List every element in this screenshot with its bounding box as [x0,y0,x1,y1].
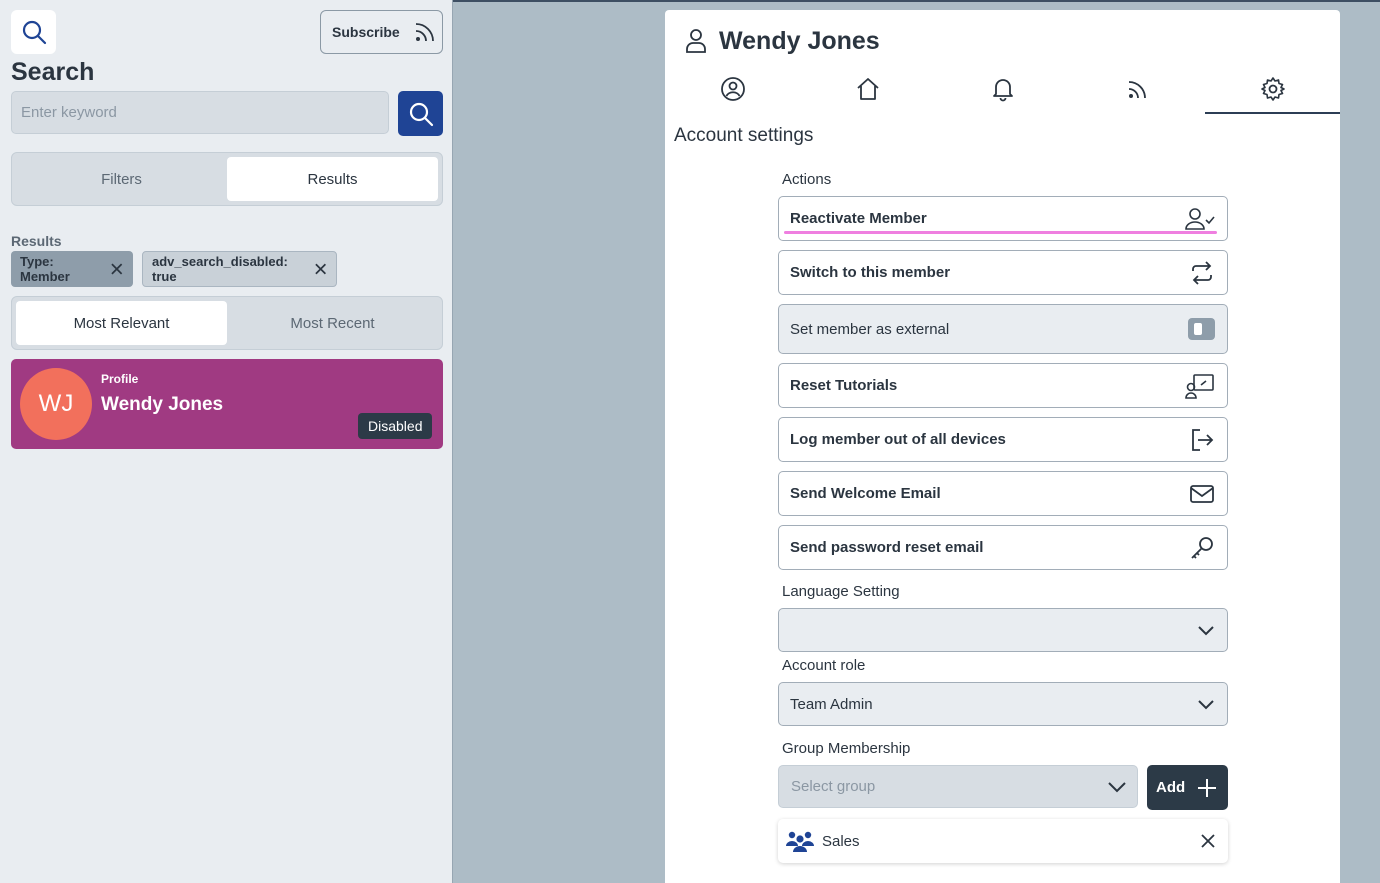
sort-toggle: Most Relevant Most Recent [11,296,443,350]
toggle-icon[interactable] [1188,318,1215,340]
view-toggle: Filters Results [11,152,443,206]
action-label: Reactivate Member [790,210,927,227]
action-label: Reset Tutorials [790,377,898,394]
page-title: Search [11,58,95,86]
account-role-select[interactable]: Team Admin [778,682,1228,726]
person-icon [686,29,706,53]
external-member-toggle[interactable]: Set member as external [778,304,1228,354]
reset-tutorials-button[interactable]: Reset Tutorials [778,363,1228,408]
search-icon [409,102,433,126]
language-label: Language Setting [782,583,900,600]
plus-icon [1198,778,1217,797]
filter-chip: adv_search_disabled: true [142,251,337,287]
result-name: Wendy Jones [101,394,224,415]
tab-feed[interactable] [1070,70,1205,114]
member-name-title: Wendy Jones [719,27,880,55]
search-submit-button[interactable] [398,91,443,136]
tab-notifications[interactable] [935,70,1070,114]
section-heading: Account settings [674,125,814,146]
logout-all-devices-button[interactable]: Log member out of all devices [778,417,1228,462]
action-label: Log member out of all devices [790,431,1006,448]
result-kind: Profile [101,372,139,386]
account-role-label: Account role [782,657,866,674]
add-group-button[interactable]: Add [1147,765,1228,810]
status-badge: Disabled [358,413,433,439]
switch-icon [1192,260,1212,285]
gear-icon [1260,77,1285,101]
actions-label: Actions [782,171,832,188]
chevron-down-icon [1198,700,1214,710]
search-toggle-button[interactable] [11,10,56,54]
rss-icon [415,23,434,42]
close-icon[interactable] [1200,833,1216,849]
presentation-icon [1185,373,1214,399]
search-sidebar: Subscribe Search Filters Results Results… [0,0,452,883]
search-icon [22,20,46,45]
sort-most-relevant[interactable]: Most Relevant [16,301,227,345]
sort-most-recent[interactable]: Most Recent [227,301,438,345]
reactivate-member-button[interactable]: Reactivate Member [778,196,1228,241]
group-icon [786,831,814,852]
group-select-placeholder: Select group [791,778,876,795]
action-label: Send password reset email [790,539,984,556]
group-list-item: Sales [778,819,1228,863]
chevron-down-icon [1198,626,1214,636]
highlight-underline [784,231,1217,234]
language-select[interactable] [778,608,1228,652]
bell-icon [992,79,1013,102]
member-panel: Wendy Jones Account settings Actions Rea… [665,10,1340,883]
mail-icon [1190,484,1214,503]
action-label: Send Welcome Email [790,485,941,502]
search-input[interactable] [11,91,389,134]
account-role-value: Team Admin [790,695,873,713]
home-icon [856,78,879,100]
group-membership-label: Group Membership [782,740,911,757]
tab-filters[interactable]: Filters [16,157,227,201]
switch-member-button[interactable]: Switch to this member [778,250,1228,295]
group-name: Sales [822,832,860,850]
close-icon[interactable] [314,262,327,276]
user-check-icon [1185,207,1215,230]
action-label: Set member as external [790,320,950,338]
tab-profile[interactable] [665,70,800,114]
subscribe-label: Subscribe [332,24,400,40]
chip-label: Type: Member [20,254,70,284]
group-select[interactable]: Select group [778,765,1138,808]
add-label: Add [1156,779,1186,796]
result-card[interactable]: WJ Profile Wendy Jones Disabled [11,359,443,449]
chip-label: adv_search_disabled: true [152,254,288,284]
send-password-reset-button[interactable]: Send password reset email [778,525,1228,570]
chevron-down-icon [1108,781,1126,792]
key-icon [1191,536,1213,559]
profile-icon [720,77,745,101]
close-icon[interactable] [110,262,124,276]
tab-results[interactable]: Results [227,157,438,201]
tab-home[interactable] [800,70,935,114]
member-tabs [665,70,1340,114]
results-label: Results [11,233,62,249]
subscribe-button[interactable]: Subscribe [320,10,443,54]
feed-icon [1128,81,1146,99]
action-label: Switch to this member [790,264,951,281]
send-welcome-email-button[interactable]: Send Welcome Email [778,471,1228,516]
avatar: WJ [20,368,92,440]
logout-icon [1192,428,1214,451]
filter-chip: Type: Member [11,251,133,287]
tab-settings[interactable] [1205,70,1340,114]
